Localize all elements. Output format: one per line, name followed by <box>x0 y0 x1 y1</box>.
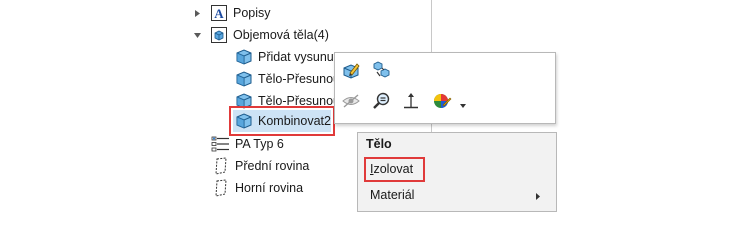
normal-to-button[interactable] <box>400 90 422 112</box>
normal-to-icon <box>404 93 418 109</box>
tree-item-solid-bodies[interactable]: Objemová těla(4) <box>193 24 329 46</box>
callout-frame <box>364 157 425 182</box>
solid-body-icon <box>236 49 252 65</box>
edit-appearance-icon <box>343 63 360 79</box>
menu-item-label: Materiál <box>370 188 415 202</box>
tree-item-label: Přední rovina <box>235 159 310 173</box>
context-menu-title: Tělo <box>366 137 392 151</box>
callout-frame <box>229 106 335 136</box>
appearance-icon <box>434 94 452 108</box>
tree-item-body[interactable]: Přidat vysunut <box>235 46 337 68</box>
context-toolbar <box>334 52 556 124</box>
appearance-button[interactable] <box>431 90 453 112</box>
tree-item-label: Přidat vysunut <box>258 50 338 64</box>
plane-icon <box>215 157 227 175</box>
menu-item-material[interactable]: Materiál <box>370 188 414 202</box>
isolate-bodies-button[interactable] <box>371 59 393 81</box>
collapse-arrow-icon[interactable] <box>193 31 202 40</box>
solid-bodies-folder-icon <box>211 27 227 43</box>
submenu-arrow-icon <box>535 190 541 200</box>
hide-button[interactable] <box>340 90 362 112</box>
expand-arrow-icon[interactable] <box>193 9 202 18</box>
dropdown-arrow-icon[interactable] <box>459 98 467 108</box>
zoom-to-selection-button[interactable] <box>370 90 392 112</box>
plane-icon <box>215 179 227 197</box>
edit-appearance-button[interactable] <box>340 60 362 82</box>
tree-item-label: PA Typ 6 <box>235 137 284 151</box>
tree-item-label: Horní rovina <box>235 181 304 195</box>
material-icon <box>211 136 229 152</box>
tree-item-plane[interactable]: Horní rovina <box>213 177 303 199</box>
hide-icon <box>342 94 360 108</box>
tree-item-label: Tělo-Přesunou <box>258 72 340 86</box>
annotations-icon: A <box>211 5 227 21</box>
tree-item-plane[interactable]: Přední rovina <box>213 155 309 177</box>
solid-body-icon <box>236 71 252 87</box>
tree-item-material[interactable]: PA Typ 6 <box>211 133 284 155</box>
tree-item-label: Objemová těla(4) <box>233 28 329 42</box>
zoom-to-selection-icon <box>373 92 390 109</box>
isolate-bodies-icon <box>373 61 390 78</box>
tree-item-label: Popisy <box>233 6 271 20</box>
svg-text:A: A <box>214 6 224 21</box>
tree-item-body[interactable]: Tělo-Přesunou <box>235 68 340 90</box>
tree-item-popisy[interactable]: A Popisy <box>193 2 271 24</box>
